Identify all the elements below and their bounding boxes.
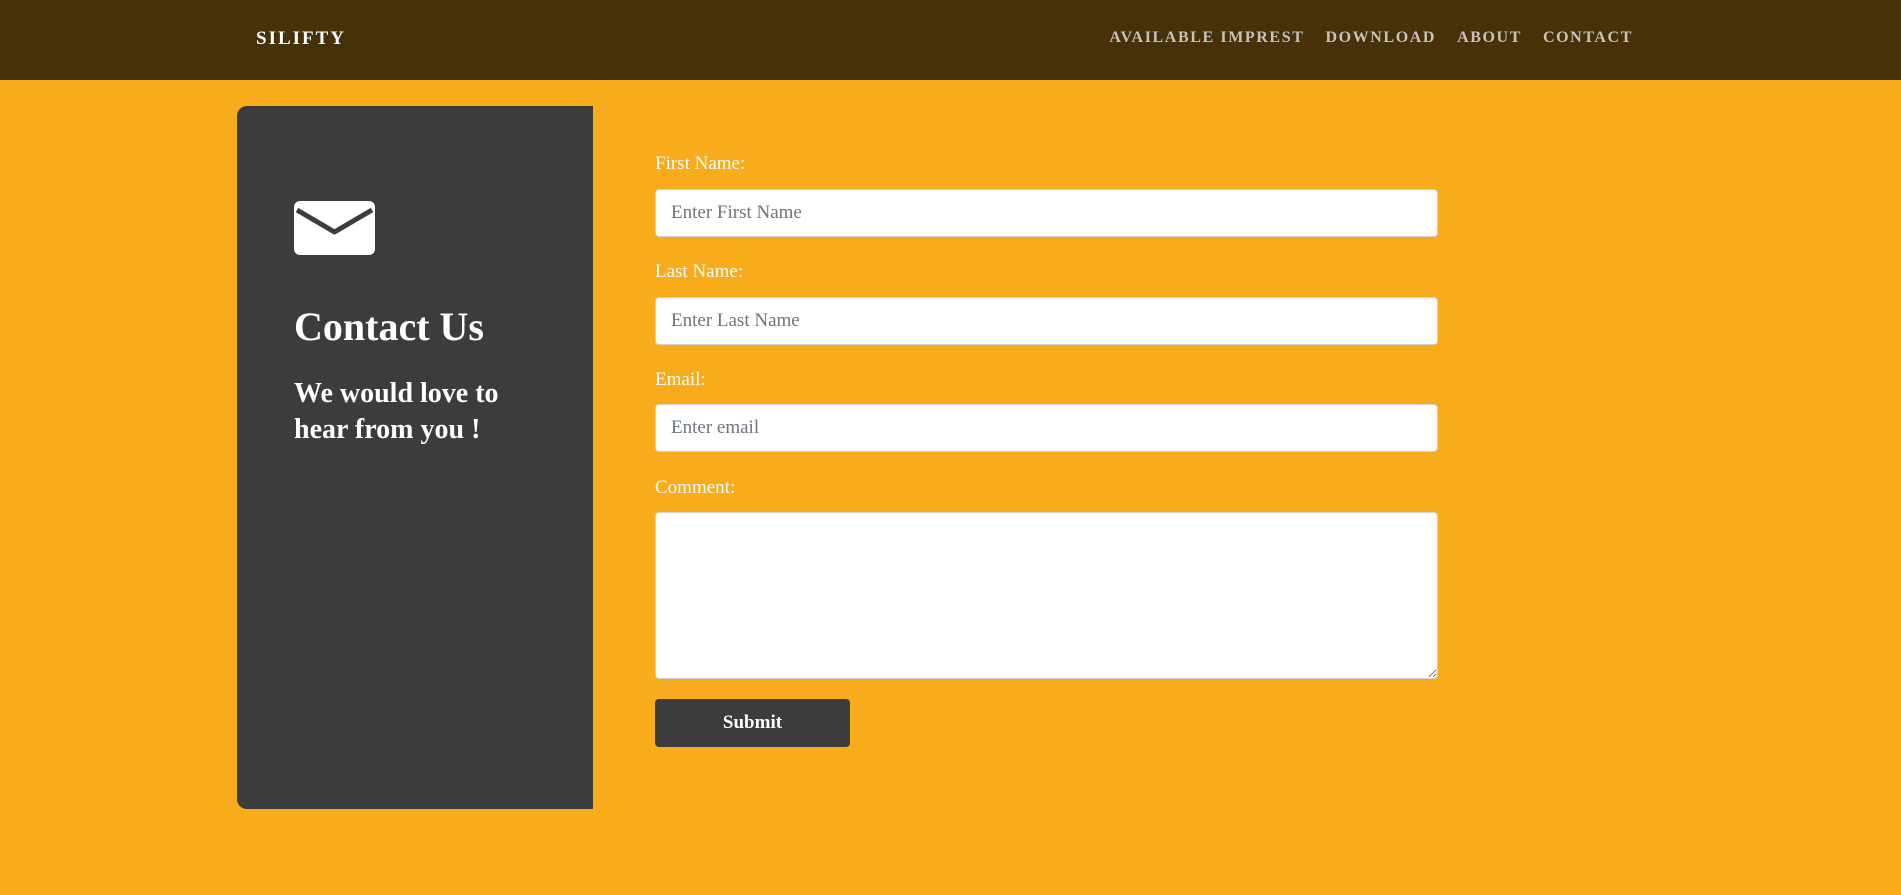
submit-button[interactable]: Submit xyxy=(655,699,850,747)
top-navbar: SILIFTY AVAILABLE IMPREST DOWNLOAD ABOUT… xyxy=(0,0,1901,80)
nav-links: AVAILABLE IMPREST DOWNLOAD ABOUT CONTACT xyxy=(1109,0,1633,76)
contact-card: Contact Us We would love to hear from yo… xyxy=(237,106,593,809)
email-input[interactable] xyxy=(655,404,1438,452)
last-name-input[interactable] xyxy=(655,297,1438,345)
comment-label: Comment: xyxy=(655,477,736,498)
email-label: Email: xyxy=(655,369,706,390)
first-name-input[interactable] xyxy=(655,189,1438,237)
nav-link-about[interactable]: ABOUT xyxy=(1457,29,1522,47)
nav-link-download[interactable]: DOWNLOAD xyxy=(1325,29,1436,47)
envelope-icon xyxy=(294,201,375,255)
contact-subtitle: We would love to hear from you ! xyxy=(294,378,499,445)
nav-link-available-imprest[interactable]: AVAILABLE IMPREST xyxy=(1109,29,1304,47)
last-name-label: Last Name: xyxy=(655,261,744,282)
first-name-label: First Name: xyxy=(655,153,746,174)
contact-title: Contact Us xyxy=(294,304,484,349)
comment-textarea[interactable] xyxy=(655,512,1438,679)
nav-link-contact[interactable]: CONTACT xyxy=(1543,29,1633,47)
brand-logo[interactable]: SILIFTY xyxy=(256,0,346,78)
